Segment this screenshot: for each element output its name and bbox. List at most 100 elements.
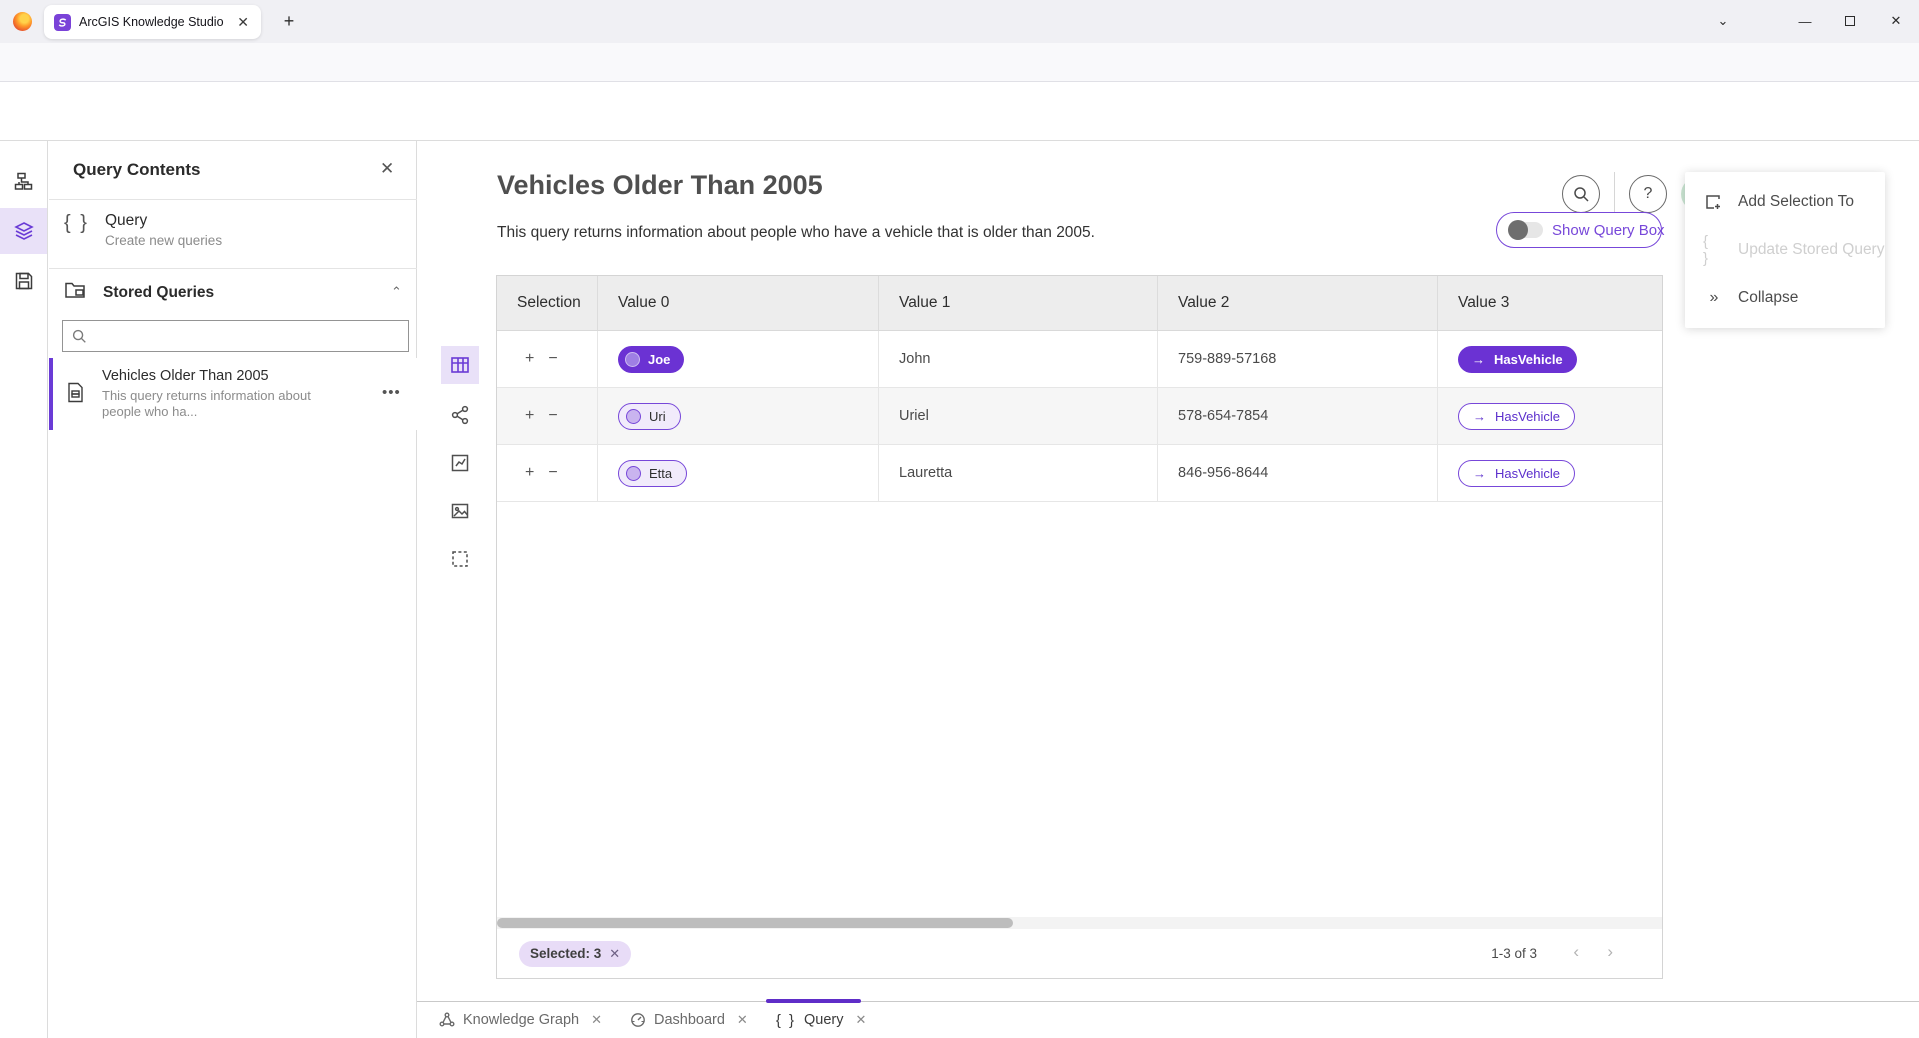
- column-header: Value 1: [879, 276, 1158, 330]
- value2-cell: 759-889-57168: [1158, 331, 1438, 387]
- column-header: Value 3: [1438, 276, 1662, 330]
- column-header: Selection: [497, 276, 598, 330]
- window-maximize-button[interactable]: [1833, 7, 1867, 35]
- selected-count-label: Selected: 3: [530, 946, 601, 961]
- context-menu: Add Selection To { } Update Stored Query »C…: [1685, 172, 1885, 328]
- window-minimize-button[interactable]: —: [1788, 7, 1822, 35]
- tab-close-icon[interactable]: ✕: [856, 1012, 867, 1028]
- search-icon: [72, 329, 87, 344]
- scrollbar-thumb[interactable]: [497, 918, 1013, 928]
- relationship-label: HasVehicle: [1494, 352, 1563, 367]
- results-table-card: SelectionValue 0Value 1Value 2Value 3 +−…: [496, 275, 1663, 979]
- node-label: Etta: [649, 466, 672, 481]
- selection-box-icon[interactable]: [441, 540, 479, 578]
- node-pill[interactable]: Joe: [618, 346, 684, 373]
- node-label: Uri: [649, 409, 666, 424]
- stored-query-doc-icon: [66, 382, 85, 403]
- search-button[interactable]: [1562, 175, 1600, 213]
- add-to-selection-button[interactable]: +: [525, 407, 534, 425]
- tab-dashboard[interactable]: Dashboard ✕: [616, 1002, 762, 1038]
- toggle-track[interactable]: [1509, 222, 1543, 238]
- add-selection-icon: [1703, 193, 1723, 211]
- chart-edit-icon[interactable]: [441, 444, 479, 482]
- value2-cell: 578-654-7854: [1158, 388, 1438, 444]
- stored-queries-search[interactable]: [62, 320, 409, 352]
- relationship-pill[interactable]: →HasVehicle: [1458, 460, 1575, 487]
- page-description: This query returns information about peo…: [497, 224, 1095, 242]
- chevron-up-icon[interactable]: ⌃: [391, 284, 402, 300]
- tab-title: ArcGIS Knowledge Studio: [79, 15, 227, 29]
- node-pill[interactable]: Uri: [618, 403, 681, 430]
- node-circle-icon: [625, 352, 640, 367]
- braces-icon: { }: [1703, 233, 1723, 267]
- tab-close-icon[interactable]: ✕: [737, 1012, 748, 1028]
- menu-item-label: Update Stored Query: [1738, 241, 1884, 259]
- firefox-icon[interactable]: [13, 12, 32, 31]
- selection-cell: +−: [497, 331, 598, 387]
- share-link-icon[interactable]: [441, 396, 479, 434]
- stored-query-title[interactable]: Vehicles Older Than 2005: [102, 368, 269, 384]
- page-next-icon[interactable]: ›: [1607, 942, 1613, 962]
- show-query-box-toggle[interactable]: Show Query Box: [1496, 212, 1662, 248]
- node-circle-icon: [626, 409, 641, 424]
- tab-close-icon[interactable]: ✕: [235, 14, 251, 31]
- horizontal-scrollbar[interactable]: [497, 917, 1662, 929]
- new-tab-button[interactable]: +: [276, 8, 302, 34]
- search-icon: [1573, 186, 1590, 203]
- tab-close-icon[interactable]: ✕: [591, 1012, 602, 1028]
- menu-item-collapse[interactable]: »Collapse: [1685, 274, 1885, 322]
- stored-queries-folder-icon: [64, 280, 86, 300]
- query-item-title[interactable]: Query: [105, 212, 147, 230]
- remove-from-selection-button[interactable]: −: [548, 407, 557, 425]
- table-row[interactable]: +−EttaLauretta846-956-8644→HasVehicle: [497, 445, 1662, 502]
- add-to-selection-button[interactable]: +: [525, 350, 534, 368]
- tab-knowledge-graph[interactable]: Knowledge Graph✕: [425, 1002, 616, 1038]
- edge-cell: →HasVehicle: [1438, 445, 1662, 501]
- layers-icon[interactable]: [0, 208, 47, 254]
- item-options-ellipsis-icon[interactable]: •••: [382, 384, 401, 401]
- node-cell: Uri: [598, 388, 879, 444]
- tab-list-chevron-icon[interactable]: ⌄: [1706, 7, 1740, 35]
- tab-label: Dashboard: [654, 1012, 725, 1028]
- page-previous-icon[interactable]: ‹: [1573, 942, 1579, 962]
- menu-item-label: Collapse: [1738, 289, 1798, 307]
- show-query-box-label: Show Query Box: [1552, 222, 1665, 239]
- menu-item-update-stored-query: { } Update Stored Query: [1685, 226, 1885, 274]
- node-pill[interactable]: Etta: [618, 460, 687, 487]
- help-button[interactable]: ?: [1629, 175, 1667, 213]
- node-label: Joe: [648, 352, 670, 367]
- remove-from-selection-button[interactable]: −: [548, 464, 557, 482]
- browser-tab[interactable]: ArcGIS Knowledge Studio ✕: [44, 5, 261, 39]
- stored-queries-title: Stored Queries: [103, 284, 214, 302]
- data-model-hierarchy-icon[interactable]: [0, 158, 47, 204]
- panel-title: Query Contents: [73, 160, 201, 180]
- window-close-button[interactable]: ✕: [1879, 7, 1913, 35]
- search-input[interactable]: [95, 329, 399, 344]
- relationship-pill[interactable]: →HasVehicle: [1458, 346, 1577, 373]
- page-title: Vehicles Older Than 2005: [497, 170, 823, 201]
- tab-label: Query: [804, 1012, 844, 1028]
- selected-count-chip[interactable]: Selected: 3 ✕: [519, 941, 631, 967]
- save-icon[interactable]: [0, 258, 47, 304]
- arrow-right-icon: →: [1473, 466, 1486, 481]
- add-to-selection-button[interactable]: +: [525, 464, 534, 482]
- braces-icon: { }: [776, 1012, 796, 1029]
- clear-selection-icon[interactable]: ✕: [609, 946, 620, 962]
- menu-item-add-selection-to[interactable]: Add Selection To: [1685, 178, 1885, 226]
- relationship-pill[interactable]: →HasVehicle: [1458, 403, 1575, 430]
- node-circle-icon: [626, 466, 641, 481]
- table-row[interactable]: +−JoeJohn759-889-57168→HasVehicle: [497, 331, 1662, 388]
- edge-cell: →HasVehicle: [1438, 331, 1662, 387]
- divider: [49, 199, 417, 200]
- image-view-icon[interactable]: [441, 492, 479, 530]
- table-row[interactable]: +−UriUriel578-654-7854→HasVehicle: [497, 388, 1662, 445]
- toggle-knob: [1508, 220, 1528, 240]
- tab-query[interactable]: { } Query ✕: [762, 1002, 881, 1038]
- table-view-icon[interactable]: [441, 346, 479, 384]
- remove-from-selection-button[interactable]: −: [548, 350, 557, 368]
- table-footer: Selected: 3 ✕ 1-3 of 3 ‹ ›: [497, 929, 1662, 978]
- panel-close-icon[interactable]: ✕: [380, 159, 394, 179]
- value1-cell: Lauretta: [879, 445, 1158, 501]
- node-cell: Etta: [598, 445, 879, 501]
- edge-cell: →HasVehicle: [1438, 388, 1662, 444]
